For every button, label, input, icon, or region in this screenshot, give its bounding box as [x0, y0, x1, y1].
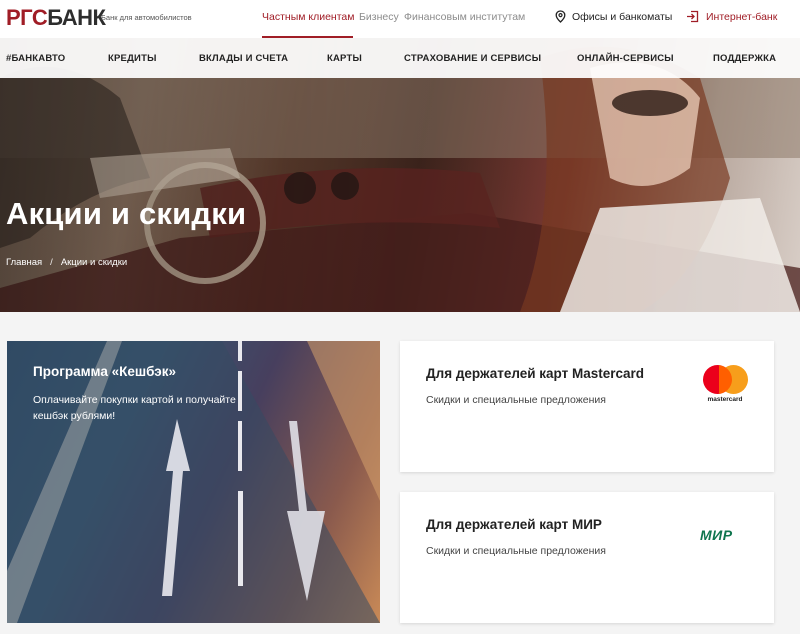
internet-bank-label: Интернет-банк	[706, 10, 778, 23]
mir-offers-card[interactable]: Для держателей карт МИР Скидки и специал…	[400, 492, 774, 623]
cashback-promo-card[interactable]: Программа «Кешбэк» Оплачивайте покупки к…	[7, 341, 380, 623]
logo-rgs: РГС	[6, 5, 48, 30]
hero-overlay	[0, 38, 800, 312]
breadcrumb-home[interactable]: Главная	[6, 257, 42, 268]
main-nav: #БАНКАВТО КРЕДИТЫ ВКЛАДЫ И СЧЕТА КАРТЫ С…	[0, 38, 800, 78]
logo-bank: БАНК	[47, 5, 106, 30]
breadcrumb: Главная / Акции и скидки	[6, 257, 127, 268]
hero-banner: Акции и скидки Главная / Акции и скидки	[0, 38, 800, 312]
mastercard-card-title: Для держателей карт Mastercard	[426, 366, 645, 381]
cashback-text: Оплачивайте покупки картой и получайте к…	[33, 394, 236, 422]
nav-support[interactable]: ПОДДЕРЖКА	[713, 53, 776, 64]
segment-business[interactable]: Бизнесу	[359, 11, 399, 23]
mastercard-logo: mastercard	[702, 365, 748, 405]
nav-credits[interactable]: КРЕДИТЫ	[108, 53, 157, 64]
offices-label: Офисы и банкоматы	[572, 10, 673, 23]
cashback-title: Программа «Кешбэк»	[33, 364, 177, 379]
nav-deposits[interactable]: ВКЛАДЫ И СЧЕТА	[199, 53, 288, 64]
nav-online[interactable]: ОНЛАЙН-СЕРВИСЫ	[577, 53, 674, 64]
breadcrumb-separator: /	[50, 257, 53, 268]
mir-card-subtitle: Скидки и специальные предложения	[426, 545, 606, 557]
location-pin-icon	[555, 10, 566, 23]
offices-link[interactable]: Офисы и банкоматы	[555, 10, 672, 23]
mastercard-overlap	[719, 365, 732, 394]
segment-institutions[interactable]: Финансовым институтам	[404, 11, 525, 23]
internet-bank-link[interactable]: Интернет-банк	[686, 10, 777, 23]
mir-logo: МИР	[700, 527, 733, 543]
logo[interactable]: РГСБАНК	[6, 5, 106, 30]
top-bar: РГСБАНК Банк для автомобилистов Частным …	[0, 0, 800, 38]
nav-bankavto[interactable]: #БАНКАВТО	[6, 53, 65, 64]
mastercard-card-subtitle: Скидки и специальные предложения	[426, 394, 606, 406]
nav-cards[interactable]: КАРТЫ	[327, 53, 362, 64]
mastercard-offers-card[interactable]: Для держателей карт Mastercard Скидки и …	[400, 341, 774, 472]
login-icon	[687, 10, 699, 23]
mastercard-wordmark: mastercard	[707, 396, 743, 403]
mir-card-title: Для держателей карт МИР	[426, 517, 602, 532]
segment-private[interactable]: Частным клиентам	[262, 11, 354, 23]
breadcrumb-current: Акции и скидки	[60, 257, 128, 268]
page-title: Акции и скидки	[6, 196, 247, 231]
nav-insurance[interactable]: СТРАХОВАНИЕ И СЕРВИСЫ	[404, 53, 541, 64]
logo-tagline: Банк для автомобилистов	[101, 13, 192, 22]
road-photo	[7, 341, 380, 623]
